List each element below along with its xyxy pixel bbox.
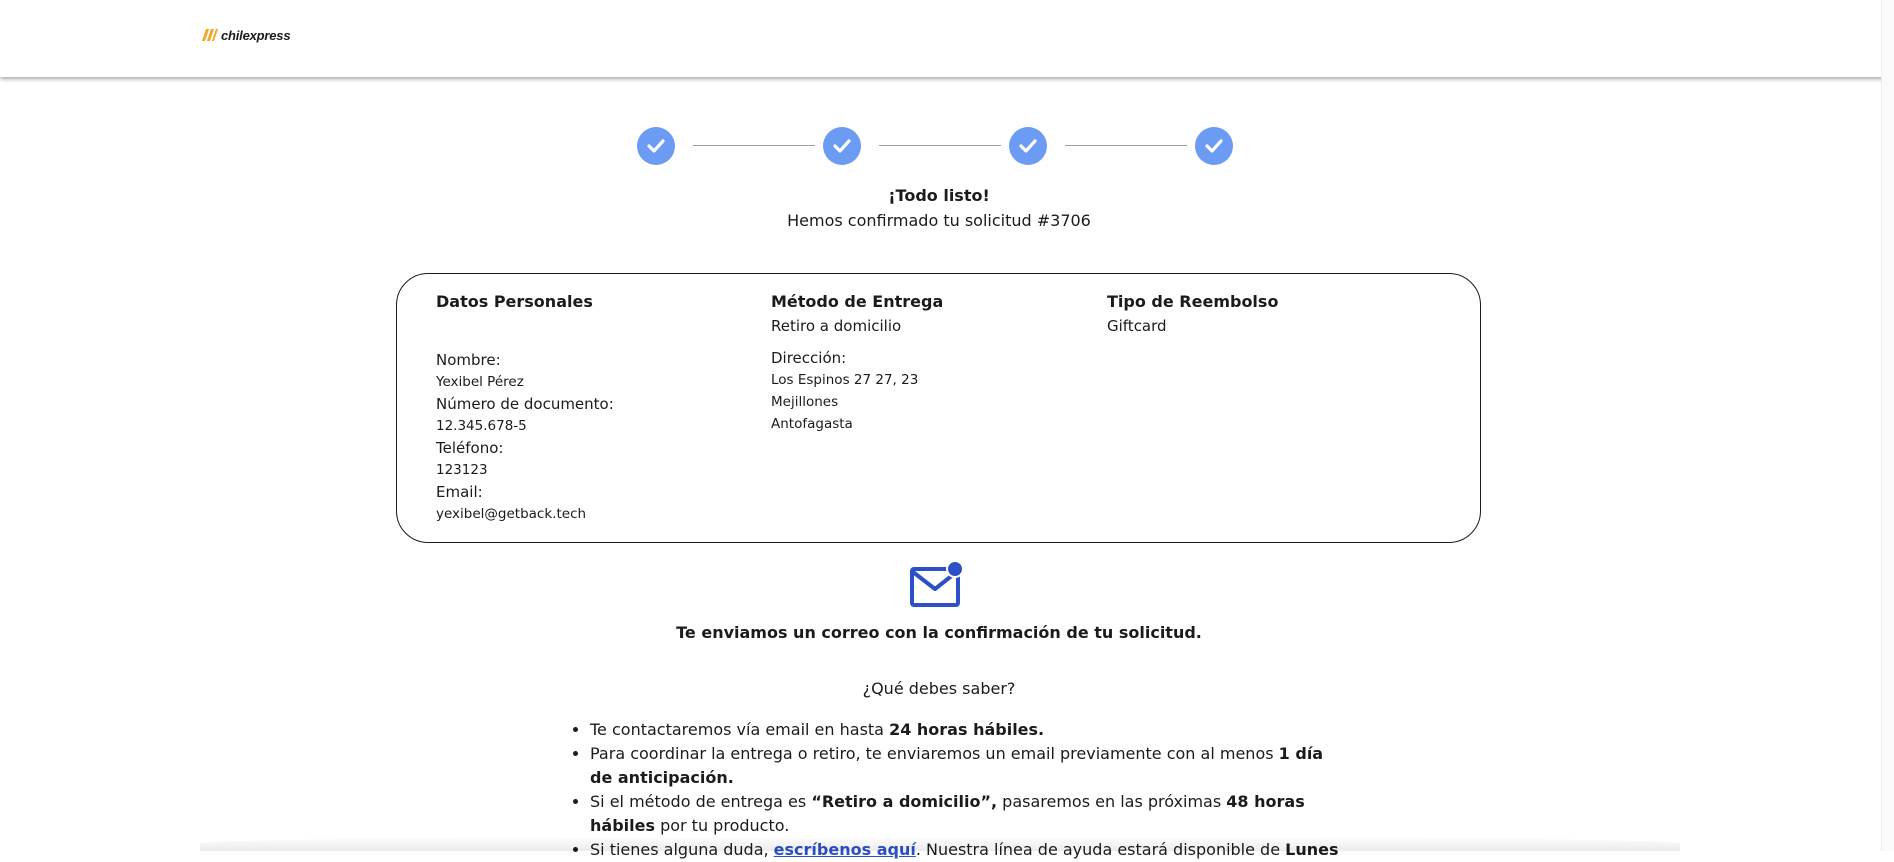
refund-type-column: Tipo de Reembolso Giftcard bbox=[1107, 291, 1278, 337]
list-item: Te contactaremos vía email en hasta 24 h… bbox=[590, 718, 1350, 742]
refund-type-heading: Tipo de Reembolso bbox=[1107, 292, 1279, 311]
checkmark-icon bbox=[1205, 139, 1223, 153]
delivery-method-heading: Método de Entrega bbox=[771, 292, 944, 311]
email-value: yexibel@getback.tech bbox=[436, 506, 587, 522]
document-value: 12.345.678-5 bbox=[436, 418, 527, 434]
address-line-3: Antofagasta bbox=[771, 416, 853, 432]
info-text: pasaremos en las próximas bbox=[997, 792, 1227, 811]
step-connector bbox=[879, 145, 1001, 146]
phone-value: 123123 bbox=[436, 462, 488, 478]
mail-notification-icon bbox=[910, 561, 964, 607]
info-text: Para coordinar la entrega o retiro, te e… bbox=[590, 744, 1279, 763]
checkmark-icon bbox=[1019, 139, 1037, 153]
bottom-panel-shadow bbox=[200, 836, 1680, 851]
info-bold: 24 horas hábiles. bbox=[889, 720, 1045, 739]
step-2-complete bbox=[823, 127, 861, 165]
delivery-method-column: Método de Entrega Retiro a domicilio Dir… bbox=[771, 291, 943, 435]
name-value: Yexibel Pérez bbox=[436, 374, 524, 390]
summary-card: Datos Personales Nombre: Yexibel Pérez N… bbox=[396, 273, 1481, 543]
step-connector bbox=[693, 145, 815, 146]
personal-data-column: Datos Personales Nombre: Yexibel Pérez N… bbox=[436, 291, 614, 525]
step-connector bbox=[1065, 145, 1187, 146]
list-item: Para coordinar la entrega o retiro, te e… bbox=[590, 742, 1350, 790]
email-label: Email: bbox=[436, 483, 483, 501]
name-label: Nombre: bbox=[436, 351, 501, 369]
info-text: Te contactaremos vía email en hasta bbox=[590, 720, 890, 739]
checkmark-icon bbox=[833, 139, 851, 153]
personal-data-heading: Datos Personales bbox=[436, 292, 593, 311]
info-bold: “Retiro a domicilio”, bbox=[811, 792, 998, 811]
step-1-complete bbox=[637, 127, 675, 165]
checkmark-icon bbox=[647, 139, 665, 153]
confirmation-subtitle: Hemos confirmado tu solicitud #3706 bbox=[787, 211, 1091, 230]
step-3-complete bbox=[1009, 127, 1047, 165]
list-item: Si el método de entrega es “Retiro a dom… bbox=[590, 790, 1350, 838]
info-text: por tu producto. bbox=[654, 816, 790, 835]
delivery-method-value: Retiro a domicilio bbox=[771, 317, 902, 335]
address-label: Dirección: bbox=[771, 349, 847, 367]
refund-type-value: Giftcard bbox=[1107, 317, 1167, 335]
progress-stepper bbox=[637, 127, 1234, 165]
address-line-2: Mejillones bbox=[771, 394, 839, 410]
chilexpress-logo-mark-icon bbox=[202, 29, 218, 41]
chilexpress-logo[interactable]: chilexpress bbox=[200, 27, 291, 43]
step-4-complete bbox=[1195, 127, 1233, 165]
address-line-1: Los Espinos 27 27, 23 bbox=[771, 372, 919, 388]
logo-text: chilexpress bbox=[221, 27, 291, 43]
scrollbar[interactable] bbox=[1881, 0, 1894, 851]
top-header: chilexpress bbox=[0, 0, 1894, 77]
info-text: Si el método de entrega es bbox=[590, 792, 812, 811]
what-to-know-title: ¿Qué debes saber? bbox=[862, 679, 1016, 698]
confirmation-title: ¡Todo listo! bbox=[888, 186, 990, 205]
document-label: Número de documento: bbox=[436, 395, 614, 413]
email-confirmation-message: Te enviamos un correo con la confirmació… bbox=[676, 623, 1202, 642]
phone-label: Teléfono: bbox=[436, 439, 504, 457]
